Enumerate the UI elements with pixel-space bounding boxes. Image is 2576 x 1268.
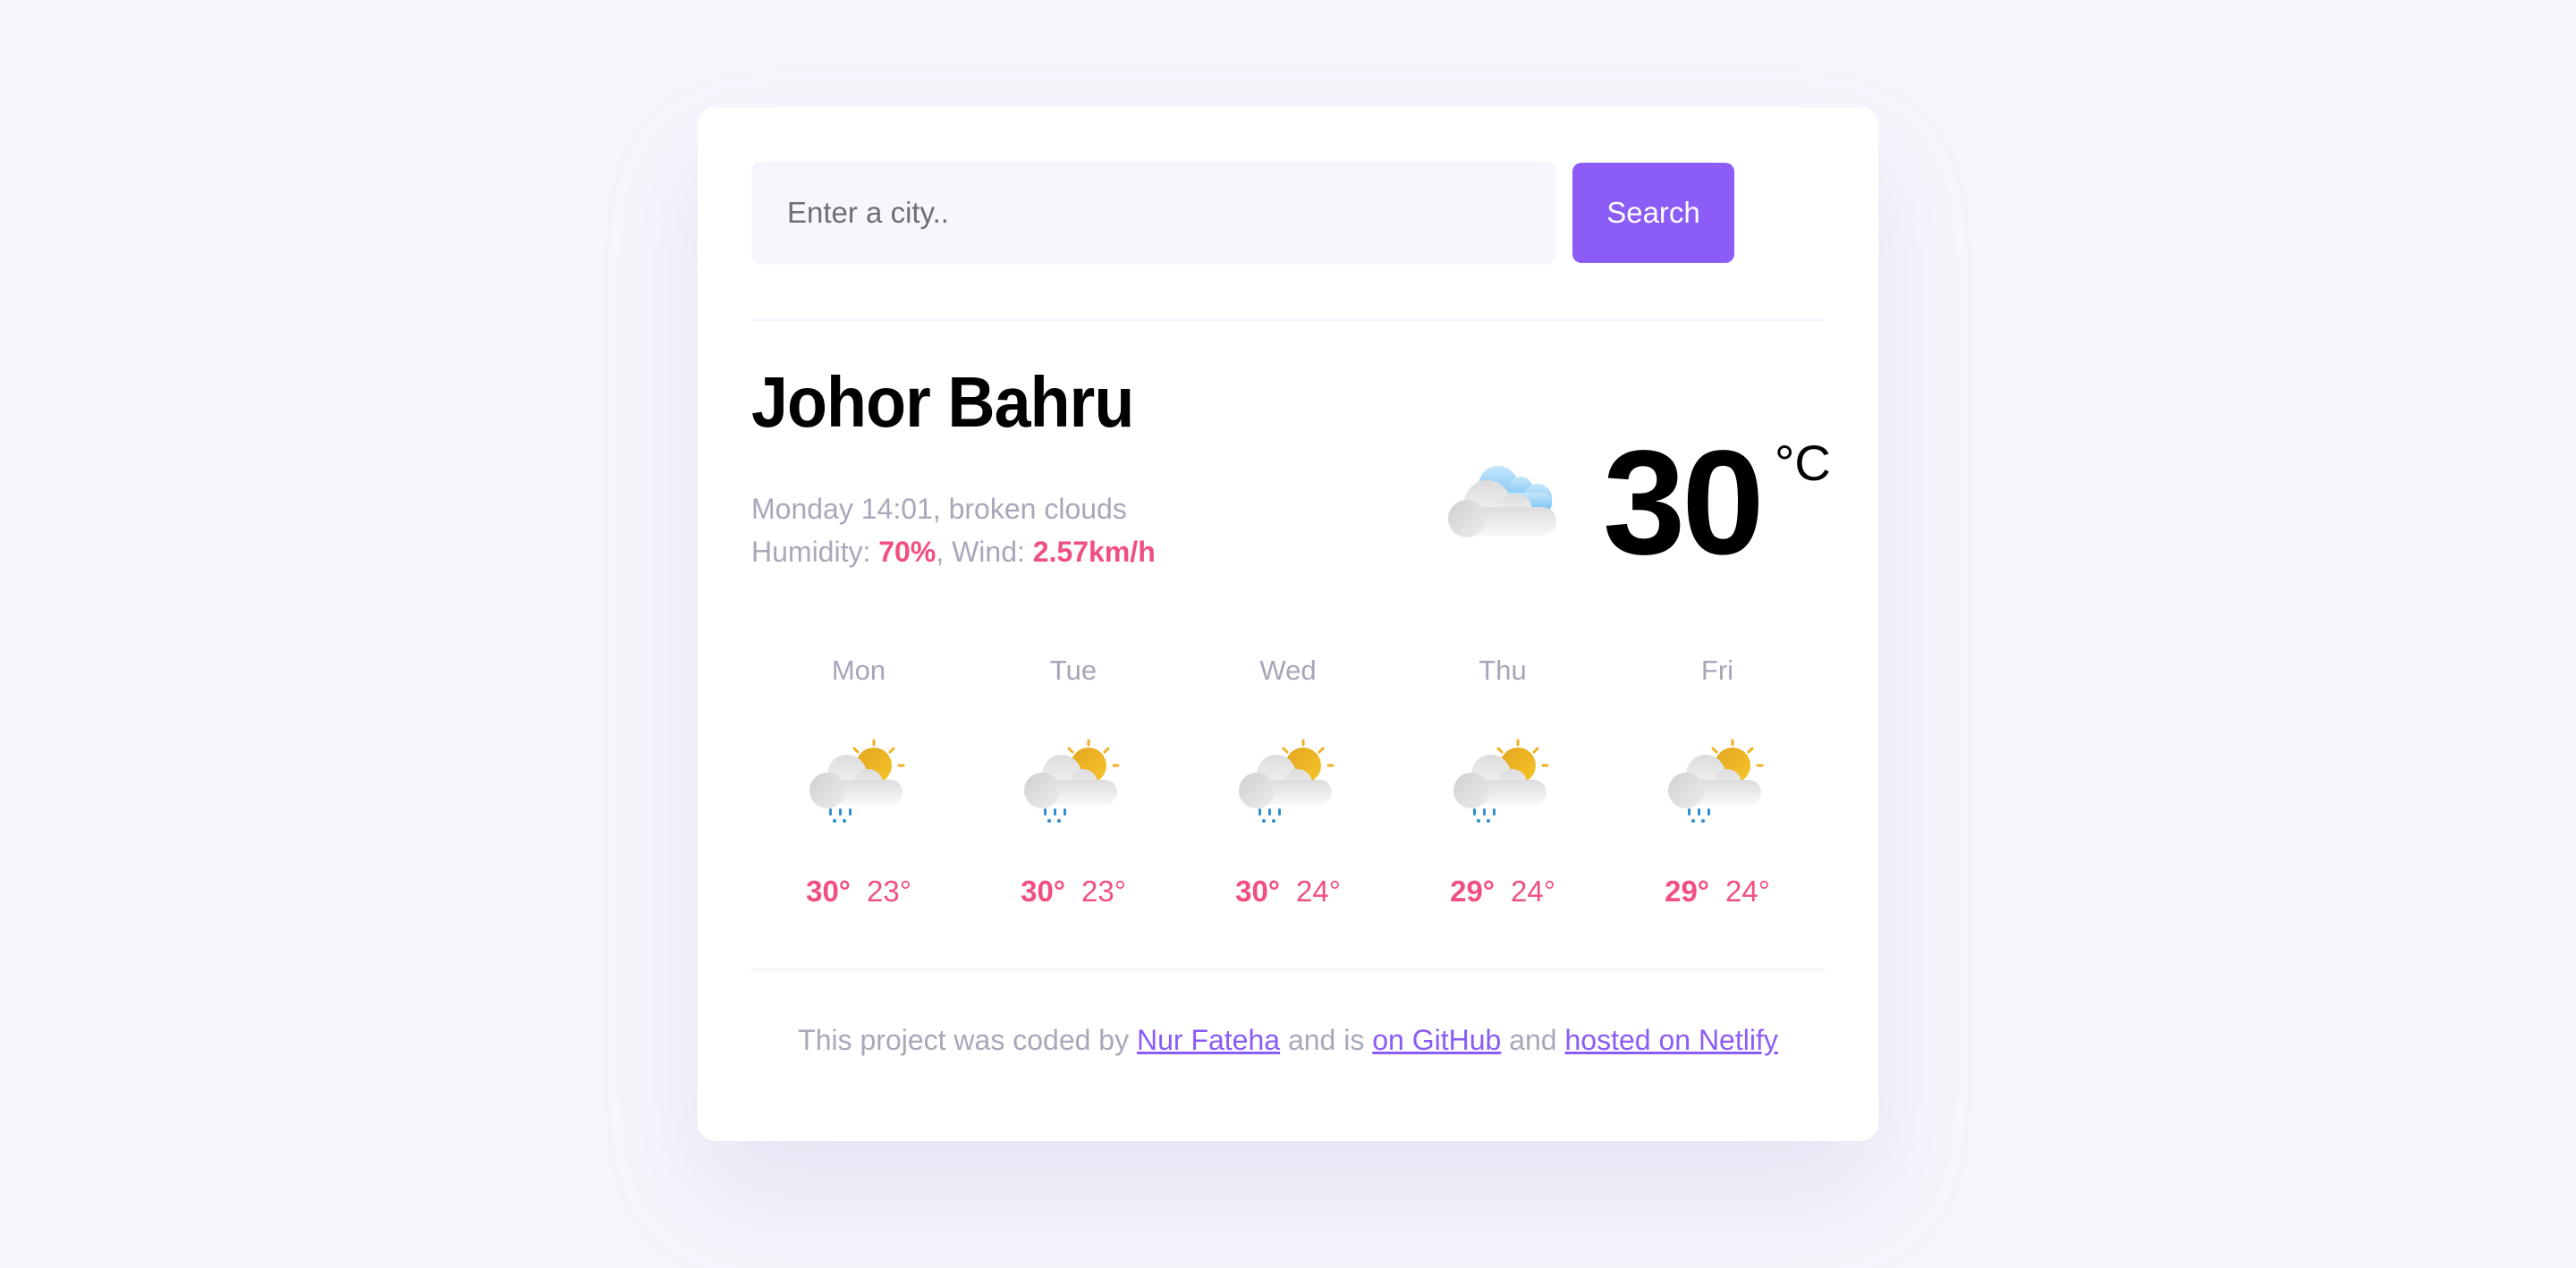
forecast-max-temp: 30° xyxy=(1021,875,1065,908)
forecast-day: Wed 30° 24° xyxy=(1181,644,1395,906)
footer-text: and is xyxy=(1280,1024,1373,1056)
rain-sun-icon xyxy=(1024,739,1120,823)
forecast-temps: 30° 24° xyxy=(1235,876,1341,906)
forecast-max-temp: 30° xyxy=(1235,875,1280,908)
github-link[interactable]: on GitHub xyxy=(1372,1024,1501,1056)
author-link[interactable]: Nur Fateha xyxy=(1137,1024,1280,1056)
rain-sun-icon xyxy=(1668,739,1764,823)
forecast-day: Fri 29° 24° xyxy=(1610,644,1825,906)
humidity-value: 70% xyxy=(878,536,936,568)
forecast-min-temp: 24° xyxy=(1511,875,1555,908)
rain-sun-icon xyxy=(809,739,905,823)
forecast-min-temp: 24° xyxy=(1725,875,1770,908)
weather-description: broken clouds xyxy=(948,493,1127,525)
city-search-input[interactable] xyxy=(751,161,1556,265)
humidity-label: Humidity: xyxy=(751,536,871,568)
day-time: Monday 14:01 xyxy=(751,493,933,525)
forecast-temps: 30° 23° xyxy=(1021,876,1126,906)
city-name: Johor Bahru xyxy=(751,362,1134,442)
rain-drops xyxy=(1473,808,1496,823)
forecast-day: Mon 30° 23° xyxy=(751,644,966,906)
divider xyxy=(751,968,1825,971)
forecast-max-temp: 30° xyxy=(806,875,851,908)
wind-value: 2.57km/h xyxy=(1032,536,1156,568)
search-button[interactable]: Search xyxy=(1572,163,1734,263)
forecast-day-name: Fri xyxy=(1700,655,1734,686)
netlify-link[interactable]: hosted on Netlify xyxy=(1564,1024,1777,1056)
rain-drops xyxy=(829,808,852,823)
footer-text: This project was coded by xyxy=(798,1024,1137,1056)
divider xyxy=(751,318,1825,321)
rain-sun-icon xyxy=(1453,739,1549,823)
forecast-day: Tue 30° 23° xyxy=(966,644,1181,906)
forecast-temps: 29° 24° xyxy=(1450,876,1555,906)
forecast-max-temp: 29° xyxy=(1450,875,1495,908)
forecast-temps: 30° 23° xyxy=(806,876,911,906)
humidity-wind-line: Humidity: 70%, Wind: 2.57km/h xyxy=(751,530,1156,573)
rain-drops xyxy=(1044,808,1066,823)
forecast-day-name: Mon xyxy=(831,655,886,686)
separator: , xyxy=(936,536,945,568)
forecast-day-name: Wed xyxy=(1259,655,1317,686)
current-temperature: 30 xyxy=(1603,420,1765,586)
rain-drops xyxy=(1688,808,1710,823)
forecast-min-temp: 23° xyxy=(1081,875,1126,908)
footer: This project was coded by Nur Fateha and… xyxy=(698,1024,1878,1057)
wind-label: Wind: xyxy=(952,536,1025,568)
separator: , xyxy=(932,493,949,525)
forecast: Mon 30° 23° Tue 30° 23° Wed 30° 24° Thu … xyxy=(751,644,1825,906)
forecast-day: Thu 29° 24° xyxy=(1395,644,1610,906)
forecast-min-temp: 23° xyxy=(867,875,911,908)
forecast-max-temp: 29° xyxy=(1665,875,1709,908)
temperature-unit: °C xyxy=(1775,435,1831,491)
forecast-day-name: Tue xyxy=(1049,655,1097,686)
weather-details: Monday 14:01, broken clouds Humidity: 70… xyxy=(751,487,1156,573)
forecast-temps: 29° 24° xyxy=(1665,876,1770,906)
search-form: Search xyxy=(751,161,1753,265)
forecast-min-temp: 24° xyxy=(1296,875,1341,908)
weather-card: Search Johor Bahru Monday 14:01, broken … xyxy=(698,107,1878,1141)
rain-sun-icon xyxy=(1239,739,1335,823)
footer-text: and xyxy=(1501,1024,1565,1056)
rain-drops xyxy=(1258,808,1281,823)
forecast-day-name: Thu xyxy=(1479,655,1527,686)
broken-clouds-icon xyxy=(1448,466,1556,537)
date-description-line: Monday 14:01, broken clouds xyxy=(751,487,1156,530)
